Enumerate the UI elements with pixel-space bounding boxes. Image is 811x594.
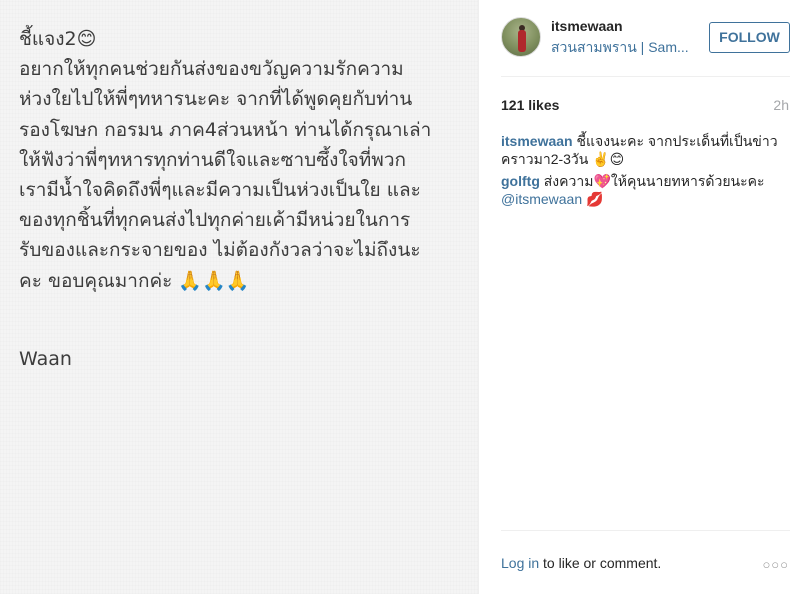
comment-mention-link[interactable]: @itsmewaan	[501, 191, 582, 207]
comment-item: golftg ส่งความ💖ให้คุนนายทหารด้วยนะคะ @it…	[501, 172, 791, 208]
avatar[interactable]	[501, 17, 541, 57]
comment-item: itsmewaan ชี้แจงนะคะ จากประเด็นที่เป็นข่…	[501, 132, 791, 168]
post-image-line: ชี้แจง2😊	[19, 28, 97, 50]
login-link[interactable]: Log in	[501, 555, 539, 571]
more-options-icon[interactable]: ○○○	[762, 557, 789, 572]
comment-username[interactable]: golftg	[501, 173, 540, 189]
post-image: ชี้แจง2😊 อยากให้ทุกคนช่วยกันส่งของขวัญคว…	[0, 0, 478, 594]
likes-count[interactable]: 121 likes	[501, 97, 559, 113]
comment-list: itsmewaan ชี้แจงนะคะ จากประเด็นที่เป็นข่…	[501, 132, 791, 212]
comment-emoji: 💋	[586, 191, 604, 207]
post-image-line: รับของและกระจายของ ไม่ต้องกังวลว่าจะไม่ถ…	[19, 239, 421, 262]
post-image-signature: Waan	[19, 348, 72, 370]
post-image-line: ห่วงใยไปให้พี่ๆทหารนะคะ จากที่ได้พูดคุยก…	[19, 88, 413, 111]
post-header: itsmewaan สวนสามพราน | Sam... FOLLOW	[479, 0, 811, 76]
post-image-line: คะ ขอบคุณมากค่ะ 🙏🙏🙏	[19, 269, 250, 292]
login-prompt: Log in to like or comment.	[501, 555, 661, 571]
post-sidebar: itsmewaan สวนสามพราน | Sam... FOLLOW 121…	[478, 0, 811, 594]
post-image-line: ของทุกชิ้นที่ทุกคนส่งไปทุกค่ายเค้ามีหน่ว…	[19, 209, 411, 232]
login-prompt-text: to like or comment.	[539, 555, 662, 571]
comment-text: ส่งความ💖ให้คุนนายทหารด้วยนะคะ	[543, 173, 765, 189]
avatar-figure-body	[518, 30, 526, 52]
comment-username[interactable]: itsmewaan	[501, 133, 573, 149]
post-image-line: อยากให้ทุกคนช่วยกันส่งของขวัญความรักความ	[19, 58, 404, 81]
post-image-line: ให้ฟังว่าพี่ๆทหารทุกท่านดีใจและซาบซึ้งใจ…	[19, 148, 407, 171]
follow-button[interactable]: FOLLOW	[709, 22, 790, 53]
divider	[501, 530, 790, 531]
post-image-text: ชี้แจง2😊 อยากให้ทุกคนช่วยกันส่งของขวัญคว…	[19, 24, 469, 296]
location-link[interactable]: สวนสามพราน | Sam...	[551, 37, 691, 59]
username-link[interactable]: itsmewaan	[551, 18, 623, 34]
post-image-line: รองโฆษก กอรมน ภาค4ส่วนหน้า ท่านได้กรุณาเ…	[19, 118, 432, 141]
post-time[interactable]: 2h	[773, 97, 789, 113]
post-image-line: เรามีน้ำใจคิดถึงพี่ๆและมีความเป็นห่วงเป็…	[19, 179, 421, 202]
divider	[501, 76, 790, 77]
